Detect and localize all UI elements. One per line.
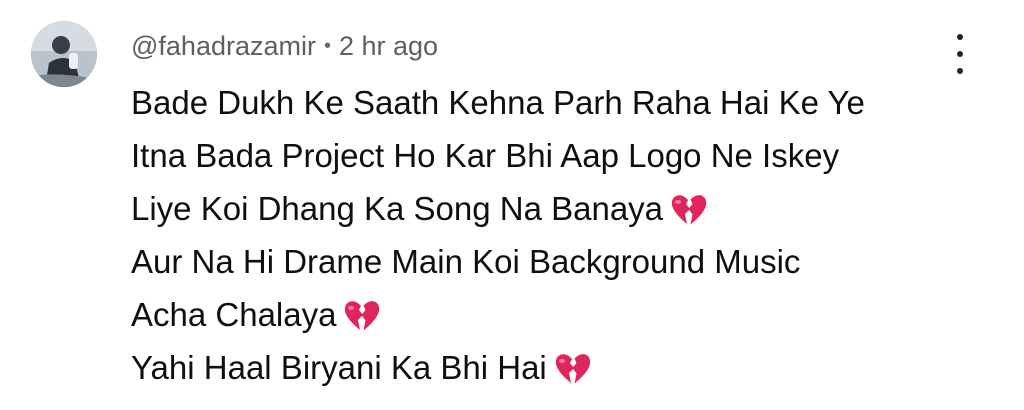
broken-heart-icon	[555, 354, 590, 384]
comment-line: Bade Dukh Ke Saath Kehna Parh Raha Hai K…	[131, 76, 931, 129]
comment-card: @fahadrazamir • 2 hr ago Bade Dukh Ke Sa…	[0, 0, 1024, 410]
comment-line-text: Aur Na Hi Drame Main Koi Background Musi…	[131, 243, 801, 280]
comment-line-text: Itna Bada Project Ho Kar Bhi Aap Logo Ne…	[131, 137, 840, 174]
more-vertical-icon-dot	[957, 34, 963, 40]
comment-line-text: Yahi Haal Biryani Ka Bhi Hai	[131, 349, 547, 386]
comment-line: Itna Bada Project Ho Kar Bhi Aap Logo Ne…	[131, 129, 931, 182]
comment-header: @fahadrazamir • 2 hr ago	[131, 26, 438, 66]
avatar-photo-icon	[31, 21, 97, 87]
comment-line: Acha Chalaya	[131, 288, 931, 341]
separator-dot: •	[323, 34, 331, 57]
comment-line-text: Acha Chalaya	[131, 296, 337, 333]
comment-text: Bade Dukh Ke Saath Kehna Parh Raha Hai K…	[131, 76, 931, 394]
more-vertical-icon-dot	[957, 51, 963, 57]
broken-heart-icon	[671, 195, 707, 225]
more-options-button[interactable]	[943, 34, 977, 74]
comment-line: Yahi Haal Biryani Ka Bhi Hai	[131, 341, 931, 394]
comment-line: Aur Na Hi Drame Main Koi Background Musi…	[131, 235, 931, 288]
author-name[interactable]: @fahadrazamir	[131, 31, 316, 62]
timestamp[interactable]: 2 hr ago	[339, 31, 438, 62]
more-vertical-icon-dot	[957, 68, 963, 74]
comment-line-text: Bade Dukh Ke Saath Kehna Parh Raha Hai K…	[131, 84, 865, 121]
comment-line: Liye Koi Dhang Ka Song Na Banaya	[131, 182, 931, 235]
avatar[interactable]	[31, 21, 97, 87]
comment-line-text: Liye Koi Dhang Ka Song Na Banaya	[131, 190, 664, 227]
broken-heart-icon	[345, 301, 380, 331]
